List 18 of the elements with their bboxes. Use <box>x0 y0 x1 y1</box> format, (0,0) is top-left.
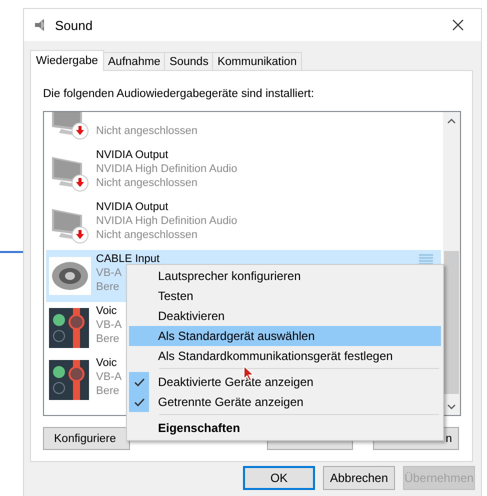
device-detail: Nicht angeschlossen <box>96 176 198 190</box>
device-detail: NVIDIA High Definition Audio <box>96 214 238 228</box>
device-name: CABLE Input <box>96 252 160 266</box>
device-detail: Bere <box>96 332 120 346</box>
device-name: NVIDIA Output <box>96 200 168 214</box>
device-name: NVIDIA Output <box>96 148 168 162</box>
device-detail: VB-A <box>96 318 122 332</box>
device-detail: Bere <box>96 280 120 294</box>
window-title: Sound <box>55 18 94 32</box>
device-name: Voic <box>96 304 117 318</box>
device-detail: VB-A <box>96 370 122 384</box>
device-detail: Nicht angeschlossen <box>96 228 198 242</box>
device-name: Voic <box>96 356 117 370</box>
device-detail: Bere <box>96 384 120 398</box>
device-detail: NVIDIA High Definition Audio <box>96 162 238 176</box>
device-detail: VB-A <box>96 266 122 280</box>
device-detail: Nicht angeschlossen <box>96 124 198 138</box>
instruction-text: Die folgenden Audiowiedergabegeräte sind installiert: <box>43 87 316 101</box>
